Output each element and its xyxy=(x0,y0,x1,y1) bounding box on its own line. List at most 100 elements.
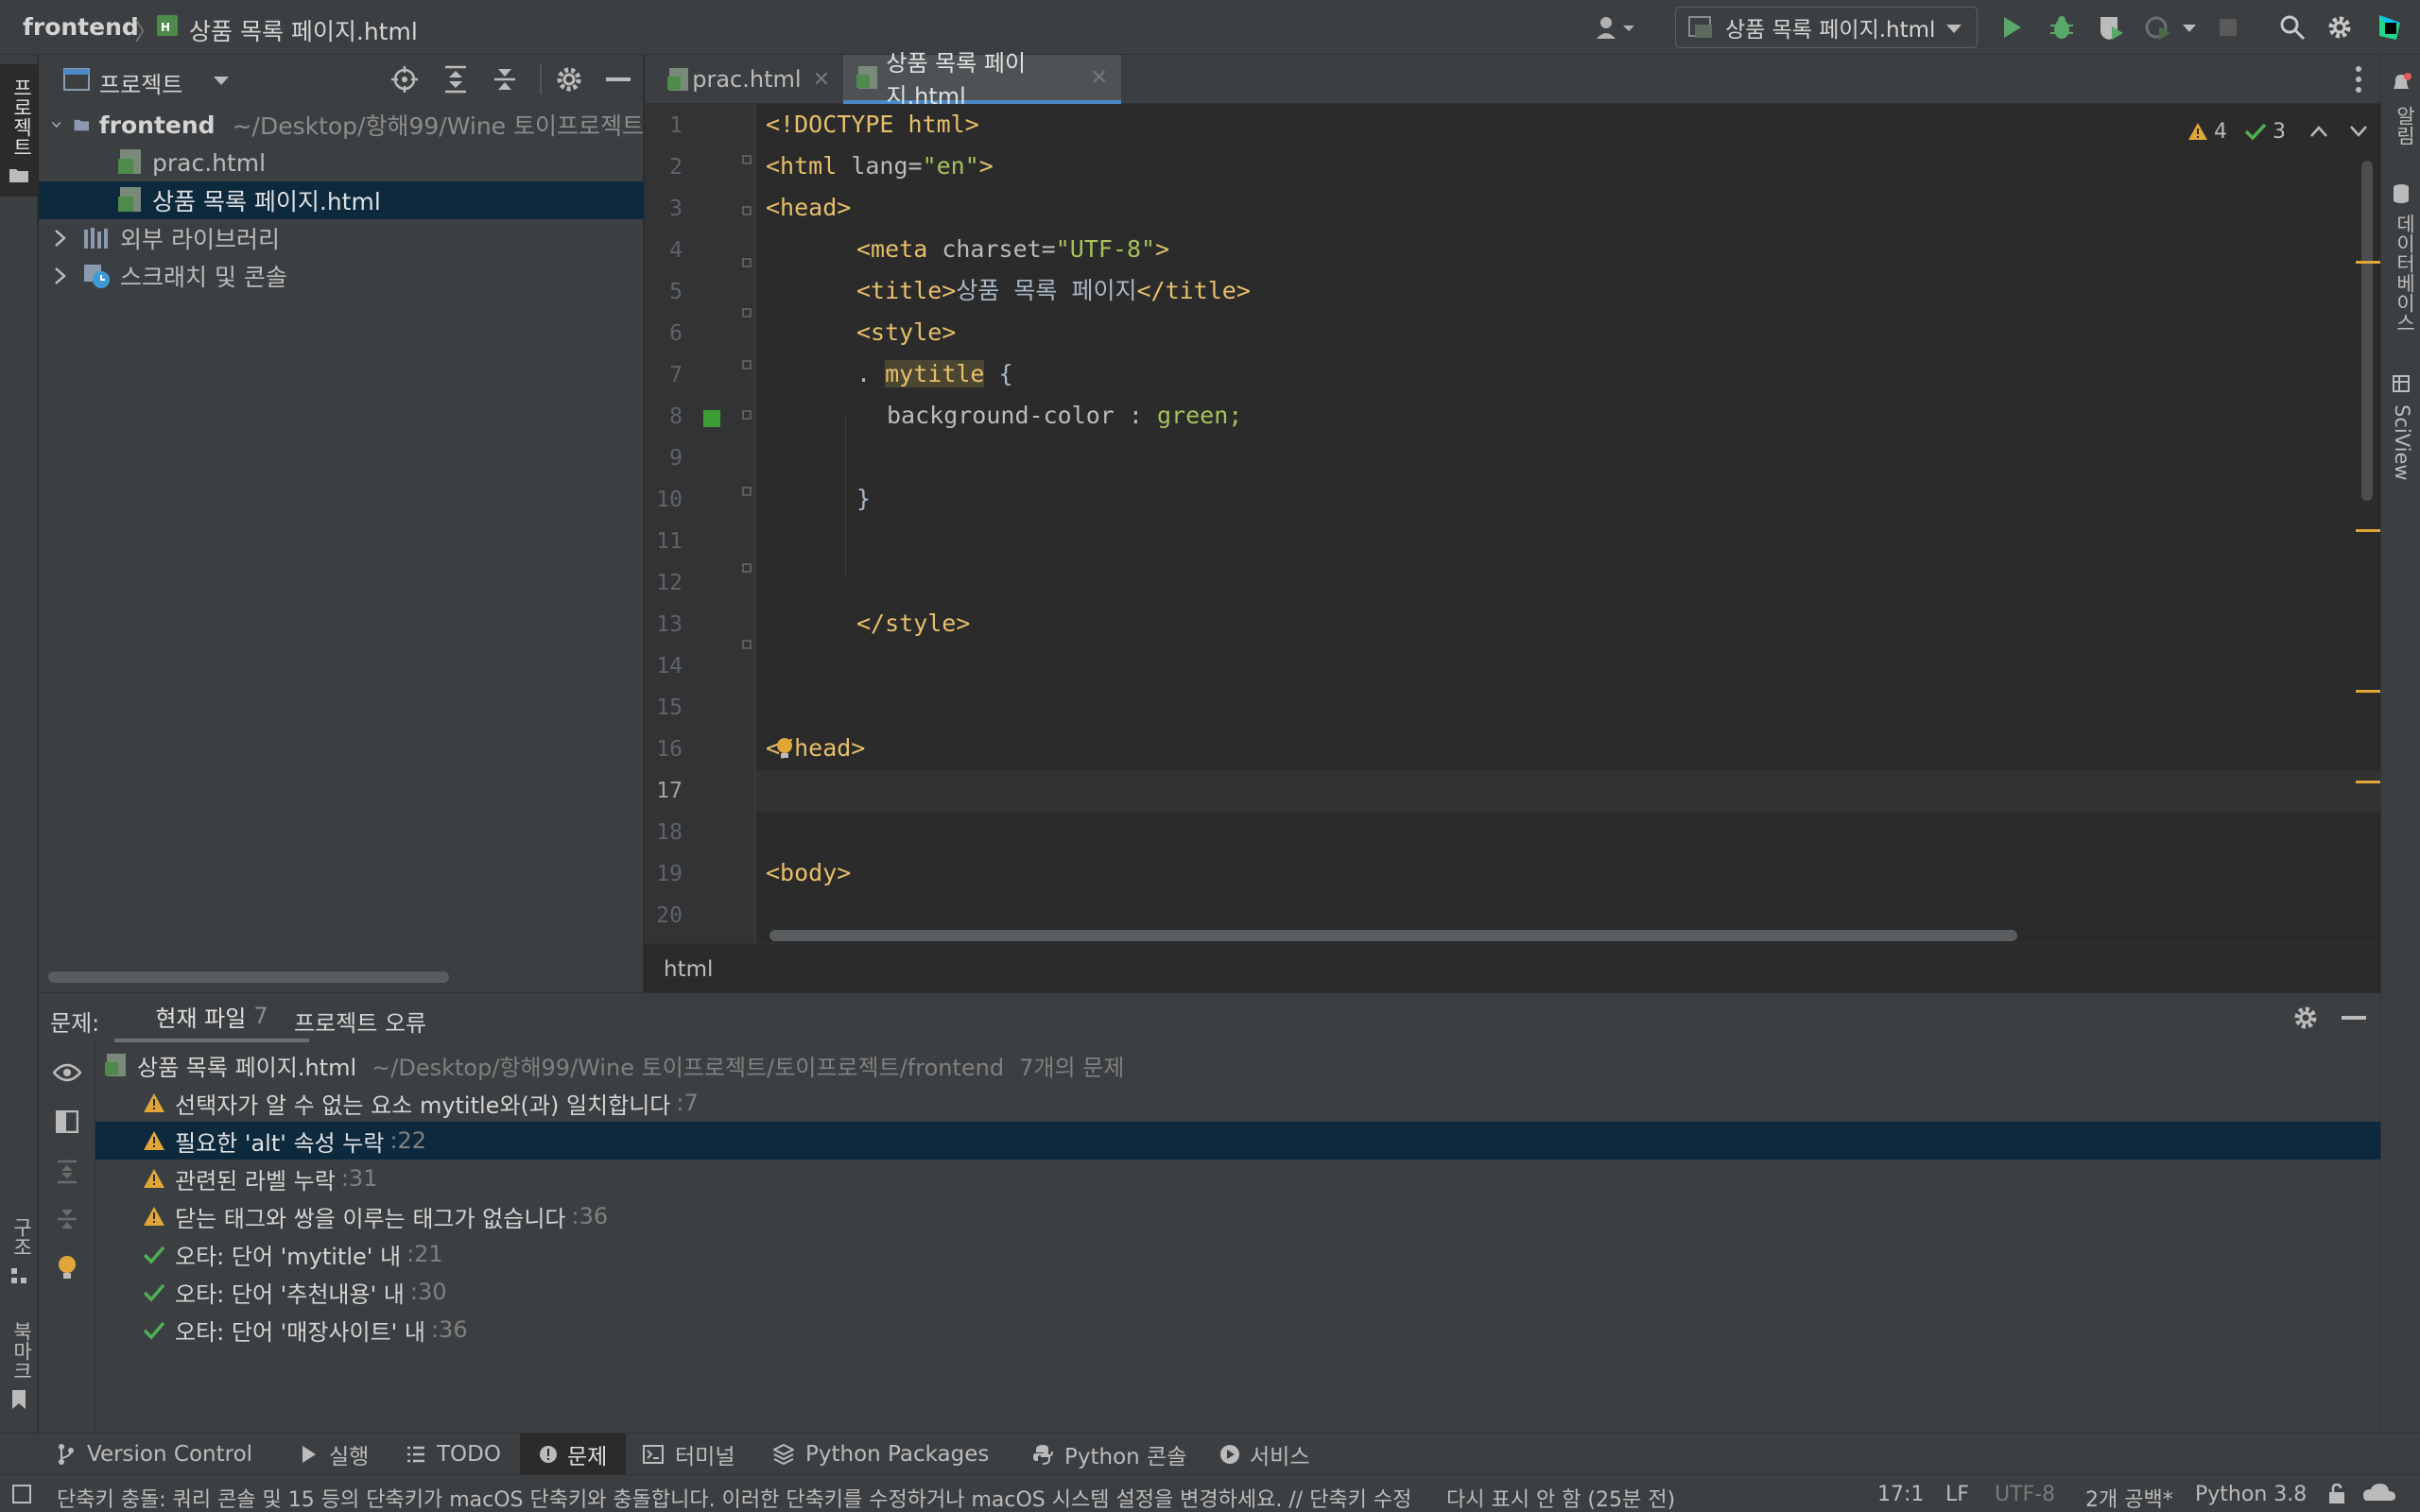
warning-icon xyxy=(144,1207,164,1226)
tab-current-file[interactable]: 현재 파일 7 xyxy=(114,993,309,1042)
search-icon[interactable] xyxy=(2276,11,2308,43)
toggle-tool-windows-icon[interactable] xyxy=(11,1484,32,1504)
tab-services[interactable]: 서비스 xyxy=(1219,1434,1309,1475)
sciview-tool-button[interactable]: SciView xyxy=(2381,367,2420,546)
chevron-down-icon[interactable] xyxy=(2350,126,2367,137)
warning-stripe[interactable] xyxy=(2356,781,2380,783)
close-icon[interactable]: ✕ xyxy=(1091,66,1108,90)
expand-all-icon[interactable] xyxy=(56,1160,78,1184)
file-breadcrumb[interactable]: 상품 목록 페이지.html xyxy=(189,13,418,47)
run-config-selector[interactable]: 상품 목록 페이지.html xyxy=(1675,7,1978,48)
coverage-icon[interactable] xyxy=(2095,11,2127,43)
profiler-icon[interactable] xyxy=(2142,11,2174,43)
database-tool-button[interactable]: 데이터베이스 xyxy=(2381,178,2420,386)
code-editor[interactable]: <!DOCTYPE html> <html lang="en"> <head> … xyxy=(754,104,2380,943)
close-icon[interactable]: ✕ xyxy=(813,68,830,92)
preview-icon[interactable] xyxy=(56,1110,78,1133)
chevron-right-icon[interactable] xyxy=(54,230,67,247)
tab-prac-html[interactable]: prac.html ✕ xyxy=(654,55,843,104)
code-line-4: <meta charset="UTF-8"> xyxy=(856,229,1169,270)
tab-python-console[interactable]: Python 콘솔 xyxy=(1032,1434,1186,1475)
tab-todo[interactable]: TODO xyxy=(406,1434,501,1475)
editor-hscrollbar[interactable] xyxy=(769,930,2017,941)
inspection-widget[interactable]: 4 3 xyxy=(2187,117,2367,146)
tab-project-errors[interactable]: 프로젝트 오류 xyxy=(294,1005,426,1038)
tab-version-control[interactable]: Version Control xyxy=(57,1434,252,1475)
expand-all-icon[interactable] xyxy=(443,65,468,94)
chevron-up-icon[interactable] xyxy=(2310,126,2327,137)
tab-label: 문제 xyxy=(567,1445,608,1469)
locate-icon[interactable] xyxy=(390,65,419,94)
python-interpreter[interactable]: Python 3.8 xyxy=(2195,1483,2307,1506)
editor-breadcrumb[interactable]: html xyxy=(664,957,713,982)
lightbulb-icon[interactable] xyxy=(56,1254,78,1282)
gear-icon[interactable] xyxy=(555,65,583,94)
chevron-down-icon[interactable] xyxy=(213,76,230,87)
warning-stripe[interactable] xyxy=(2356,261,2380,264)
caret-position[interactable]: 17:1 xyxy=(1877,1483,1924,1506)
line-separator[interactable]: LF xyxy=(1945,1483,1969,1506)
run-icon[interactable] xyxy=(1996,11,2029,43)
problem-item[interactable]: 선택자가 알 수 없는 요소 mytitle와(과) 일치합니다 :7 xyxy=(95,1084,2380,1122)
indent-setting[interactable]: 2개 공백* xyxy=(2085,1483,2173,1512)
status-dismiss[interactable]: 다시 표시 안 함 (25분 전) xyxy=(1446,1483,1675,1512)
tab-product-list-html[interactable]: 상품 목록 페이지.html ✕ xyxy=(843,50,1121,110)
file-encoding[interactable]: UTF-8 xyxy=(1995,1483,2055,1506)
lock-icon[interactable] xyxy=(2327,1483,2348,1505)
tree-item-prac-html[interactable]: prac.html xyxy=(39,144,644,181)
jetbrains-logo-icon[interactable] xyxy=(2371,11,2409,43)
current-line-highlight xyxy=(754,770,2380,812)
warning-stripe[interactable] xyxy=(2356,690,2380,693)
problem-item[interactable]: 오타: 단어 'mytitle' 내 :21 xyxy=(95,1235,2380,1273)
problem-item[interactable]: 오타: 단어 '매장사이트' 내 :36 xyxy=(95,1311,2380,1349)
problems-panel: 문제: 현재 파일 7 프로젝트 오류 상품 목록 페이지.html ~/Des… xyxy=(39,992,2380,1434)
selector-token: mytitle xyxy=(885,360,985,387)
project-tool-button[interactable]: 프로젝트 xyxy=(0,64,38,197)
structure-tool-button[interactable]: 구조 xyxy=(0,1208,38,1293)
gear-icon[interactable] xyxy=(2324,11,2356,43)
tab-label: 실행 xyxy=(329,1445,370,1469)
html-file-icon xyxy=(105,1054,126,1076)
notifications-tool-button[interactable]: 알림 xyxy=(2381,64,2420,178)
editor-vscrollbar[interactable] xyxy=(2361,161,2373,501)
hide-panel-icon[interactable] xyxy=(606,77,631,83)
sciview-icon xyxy=(2393,375,2410,392)
tab-terminal[interactable]: 터미널 xyxy=(643,1434,735,1475)
tree-item-scratches[interactable]: 스크래치 및 콘솔 xyxy=(39,257,644,295)
bookmarks-tool-button[interactable]: 북마크 xyxy=(0,1312,38,1416)
project-breadcrumb[interactable]: frontend xyxy=(23,13,139,41)
tab-problems[interactable]: 문제 xyxy=(520,1434,627,1475)
problem-item[interactable]: 닫는 태그와 쌍을 이루는 태그가 없습니다 :36 xyxy=(95,1197,2380,1235)
tab-run[interactable]: 실행 xyxy=(301,1434,369,1475)
tree-item-external-libraries[interactable]: 외부 라이브러리 xyxy=(39,219,644,257)
problem-item[interactable]: 관련된 라벨 누락 :31 xyxy=(95,1160,2380,1197)
problem-item[interactable]: 필요한 'alt' 속성 누락 :22 xyxy=(95,1122,2380,1160)
hide-panel-icon[interactable] xyxy=(2342,1016,2366,1022)
lightbulb-icon[interactable] xyxy=(773,736,796,761)
gear-icon[interactable] xyxy=(2292,1005,2319,1031)
problem-line: :22 xyxy=(389,1127,427,1154)
problems-title: 문제: xyxy=(50,1010,100,1037)
status-message[interactable]: 단축키 충돌: 쿼리 콘솔 및 15 등의 단축키가 macOS 단축키와 충돌… xyxy=(57,1483,1411,1512)
collapse-all-icon[interactable] xyxy=(56,1207,78,1231)
collapse-all-icon[interactable] xyxy=(493,65,517,94)
problem-file-row[interactable]: 상품 목록 페이지.html ~/Desktop/항해99/Wine 토이프로젝… xyxy=(95,1046,2380,1084)
memory-indicator-icon[interactable] xyxy=(2363,1482,2395,1506)
more-vertical-icon[interactable] xyxy=(2354,65,2363,94)
debug-icon[interactable] xyxy=(2046,11,2078,43)
stop-icon[interactable] xyxy=(2214,13,2242,42)
text-token: . xyxy=(856,360,886,387)
property-token: background-color : xyxy=(887,402,1157,429)
eye-icon[interactable] xyxy=(53,1063,81,1082)
tab-python-packages[interactable]: Python Packages xyxy=(773,1434,989,1475)
tree-item-product-list-html[interactable]: 상품 목록 페이지.html xyxy=(39,181,644,219)
project-hscrollbar[interactable] xyxy=(48,971,449,983)
problem-item[interactable]: 오타: 단어 '추천내용' 내 :30 xyxy=(95,1273,2380,1311)
warning-stripe[interactable] xyxy=(2356,529,2380,532)
chevron-down-icon[interactable] xyxy=(52,118,61,131)
more-run-chevron-icon[interactable] xyxy=(2180,19,2199,38)
user-icon[interactable] xyxy=(1588,11,1645,43)
chevron-right-icon[interactable] xyxy=(54,267,67,284)
tree-item-frontend[interactable]: frontend ~/Desktop/항해99/Wine 토이프로젝트 xyxy=(39,106,644,144)
project-view-selector[interactable]: 프로젝트 xyxy=(99,66,182,99)
